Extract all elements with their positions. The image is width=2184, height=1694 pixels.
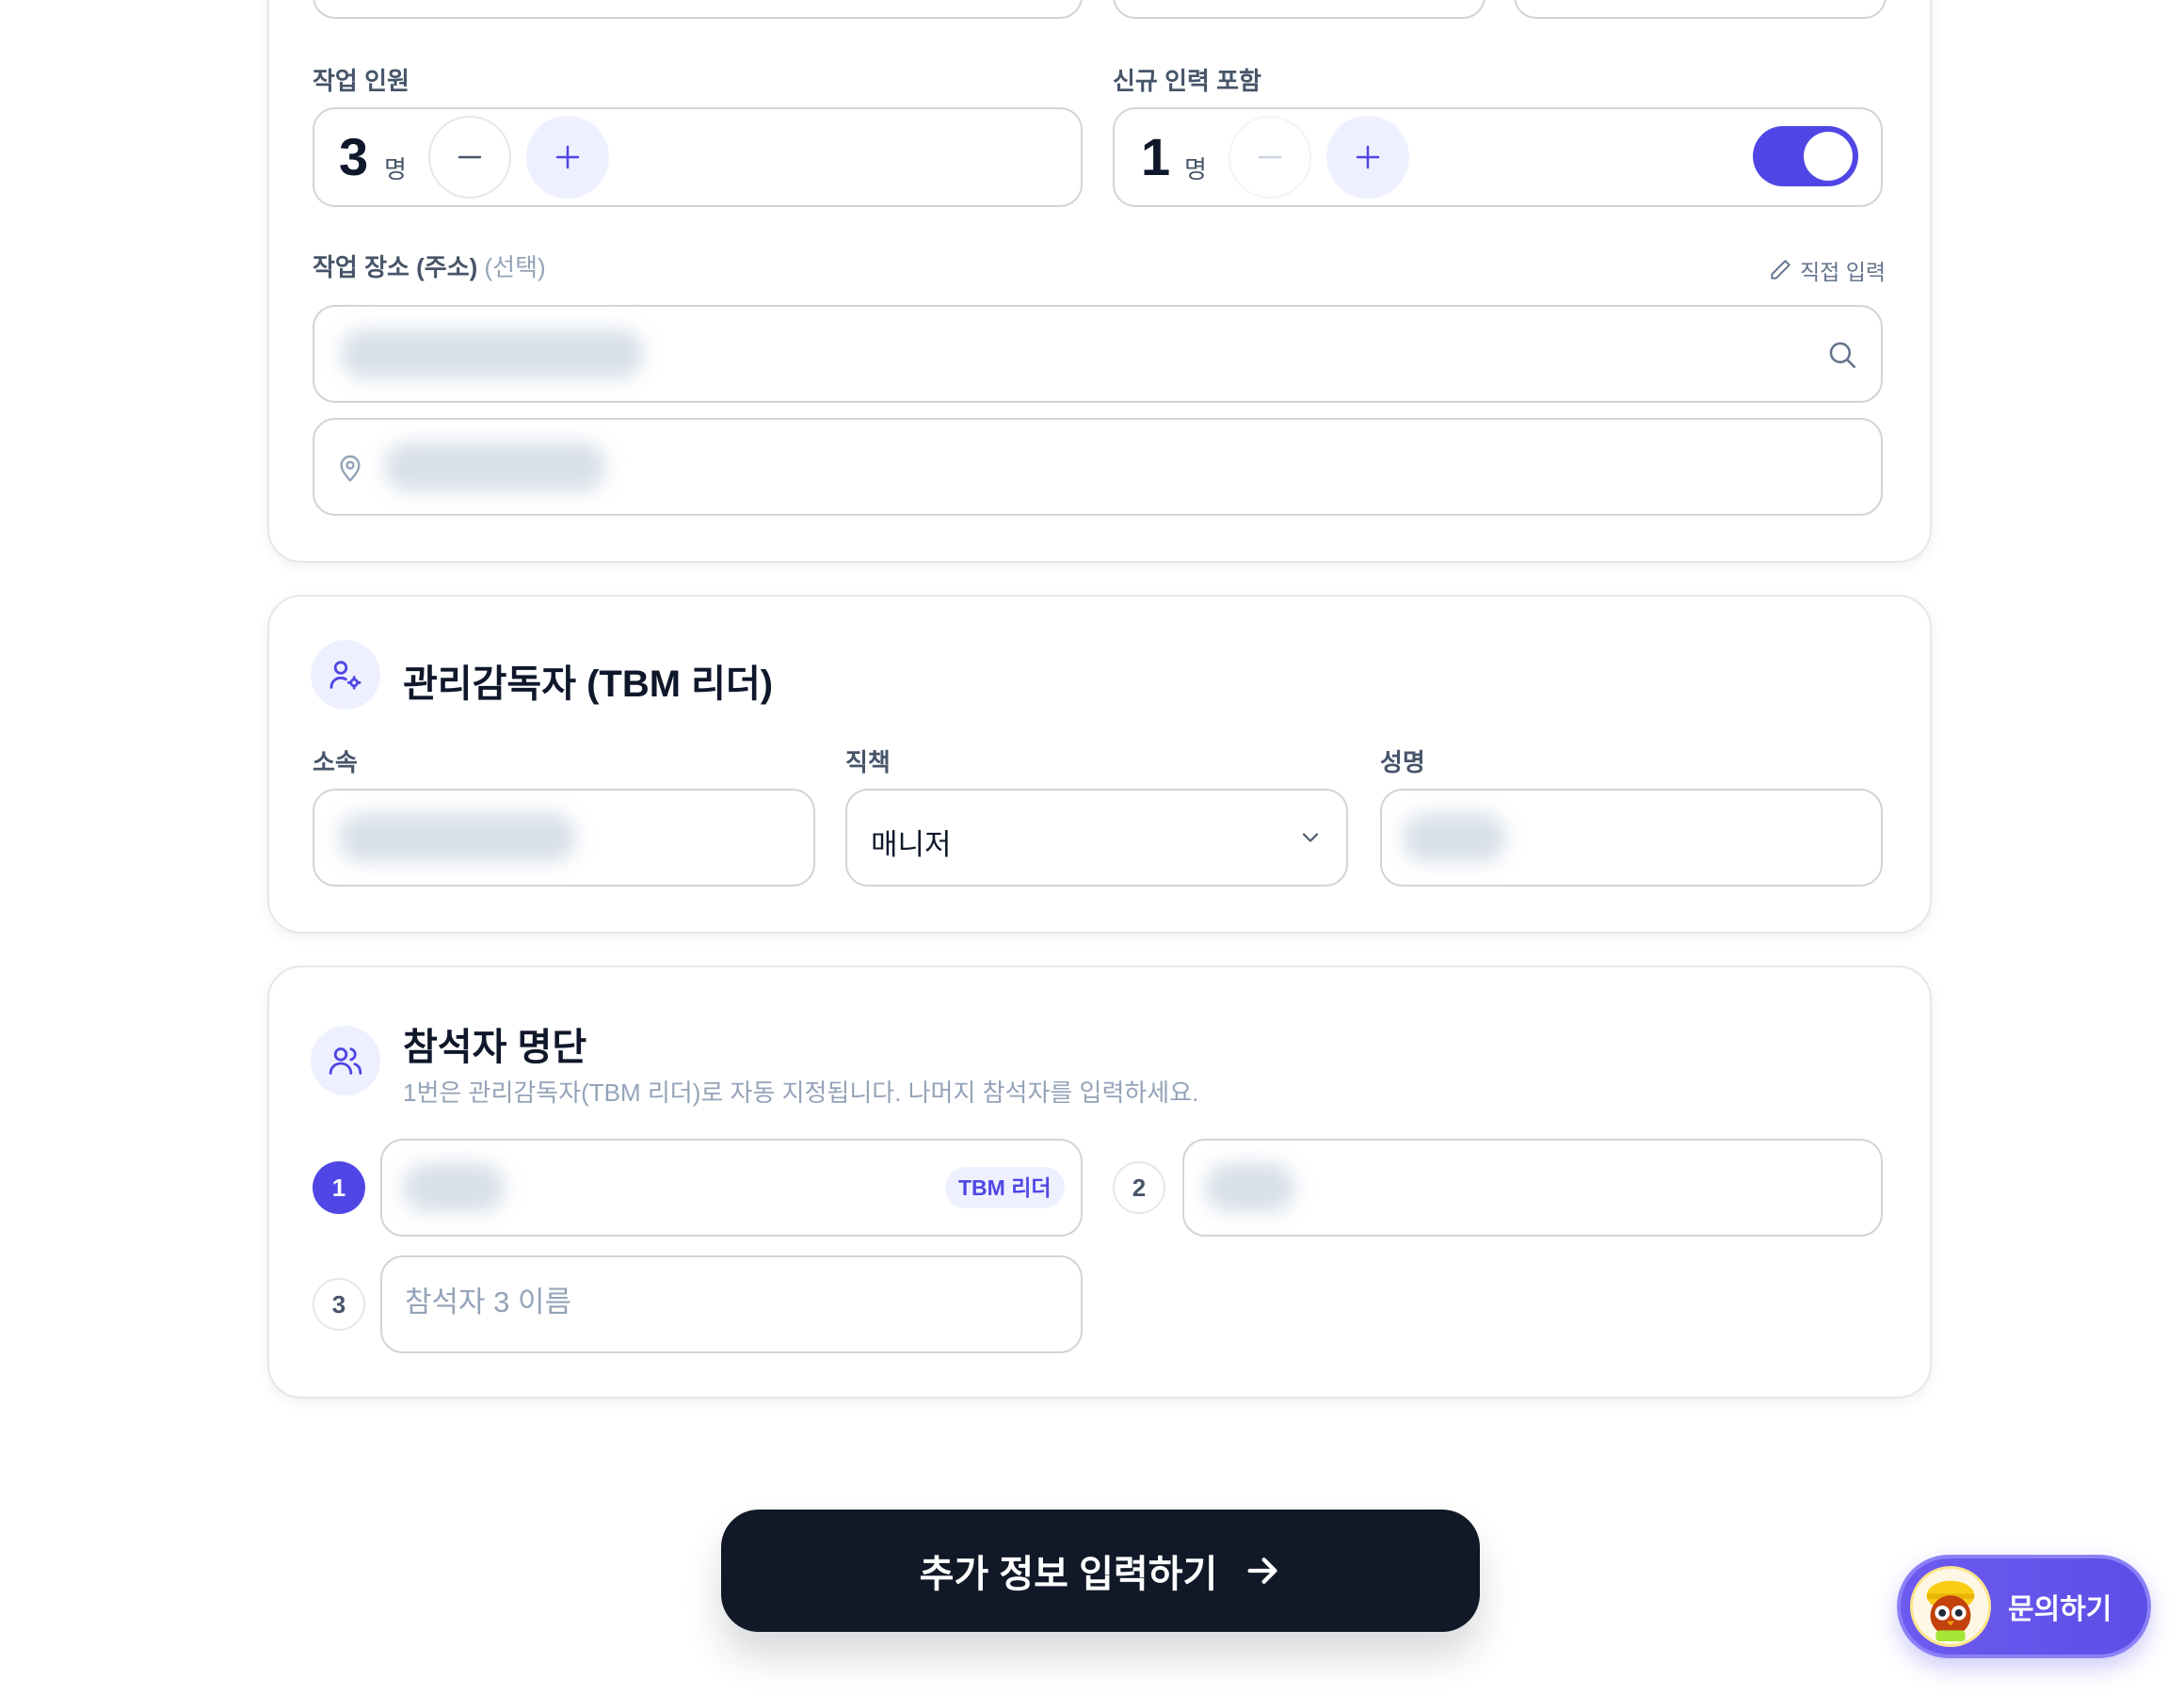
minus-icon	[458, 155, 482, 159]
affiliation-value-redacted	[339, 813, 576, 862]
toggle-knob	[1804, 132, 1853, 181]
attendees-section-icon	[311, 1026, 380, 1095]
affiliation-label: 소속	[313, 748, 358, 776]
users-icon	[329, 1047, 362, 1075]
supervisor-title: 관리감독자 (TBM 리더)	[403, 663, 774, 705]
location-label: 작업 장소 (주소) (선택)	[313, 248, 546, 283]
attendees-subtitle: 1번은 관리감독자(TBM 리더)로 자동 지정됩니다. 나머지 참석자를 입력…	[403, 1079, 1199, 1107]
new-workers-label: 신규 인력 포함	[1113, 67, 1261, 95]
new-workers-unit: 명	[1184, 155, 1207, 184]
attendee-number-2: 2	[1113, 1161, 1165, 1214]
attendees-title: 참석자 명단	[403, 1027, 587, 1068]
address-detail-redacted	[384, 442, 606, 491]
mascot-icon	[1926, 1580, 1975, 1642]
workers-count: 3	[339, 127, 369, 186]
minus-icon	[1258, 155, 1282, 159]
attendee-2-redacted	[1205, 1163, 1295, 1212]
map-pin-icon	[340, 455, 361, 482]
workers-unit: 명	[384, 155, 407, 184]
new-workers-count: 1	[1141, 127, 1171, 186]
manual-input-link[interactable]: 직접 입력	[1768, 254, 1886, 286]
name-value-redacted	[1403, 813, 1506, 862]
attendee-1-redacted	[403, 1163, 505, 1212]
new-workers-decrement-button[interactable]	[1228, 116, 1311, 199]
attendee-3-input[interactable]	[405, 1286, 1054, 1319]
mascot-avatar	[1910, 1566, 1991, 1647]
supervisor-section-icon	[311, 640, 380, 710]
inquiry-button-label: 문의하기	[2008, 1594, 2112, 1625]
additional-info-button-label: 추가 정보 입력하기	[919, 1554, 1218, 1595]
top-field-3[interactable]	[1514, 0, 1887, 19]
top-field-1[interactable]	[313, 0, 1083, 19]
workers-label: 작업 인원	[313, 67, 410, 95]
attendee-number-1: 1	[313, 1161, 365, 1214]
plus-icon	[1356, 145, 1380, 169]
user-gear-icon	[329, 661, 361, 690]
attendee-number-3: 3	[313, 1278, 365, 1331]
new-workers-toggle[interactable]	[1753, 126, 1858, 186]
new-workers-increment-button[interactable]	[1326, 116, 1409, 199]
workers-decrement-button[interactable]	[428, 116, 511, 199]
chevron-down-icon	[1302, 833, 1319, 842]
top-field-2[interactable]	[1113, 0, 1485, 19]
workers-increment-button[interactable]	[526, 116, 609, 199]
additional-info-button[interactable]: 추가 정보 입력하기	[721, 1510, 1480, 1632]
location-label-text: 작업 장소 (주소)	[313, 253, 478, 281]
position-selected-value: 매니저	[871, 828, 952, 861]
location-optional-text: (선택)	[484, 253, 546, 281]
address-value-redacted	[341, 329, 644, 378]
manual-input-label: 직접 입력	[1800, 260, 1887, 284]
arrow-right-icon	[1247, 1558, 1277, 1584]
plus-icon	[555, 145, 580, 169]
name-label: 성명	[1380, 748, 1425, 776]
search-icon[interactable]	[1826, 339, 1858, 371]
position-label: 직책	[845, 748, 891, 776]
pencil-icon	[1771, 260, 1791, 280]
inquiry-button[interactable]: 문의하기	[1897, 1555, 2151, 1658]
attendee-3-field[interactable]	[380, 1255, 1083, 1353]
tbm-leader-badge: TBM 리더	[945, 1167, 1065, 1208]
